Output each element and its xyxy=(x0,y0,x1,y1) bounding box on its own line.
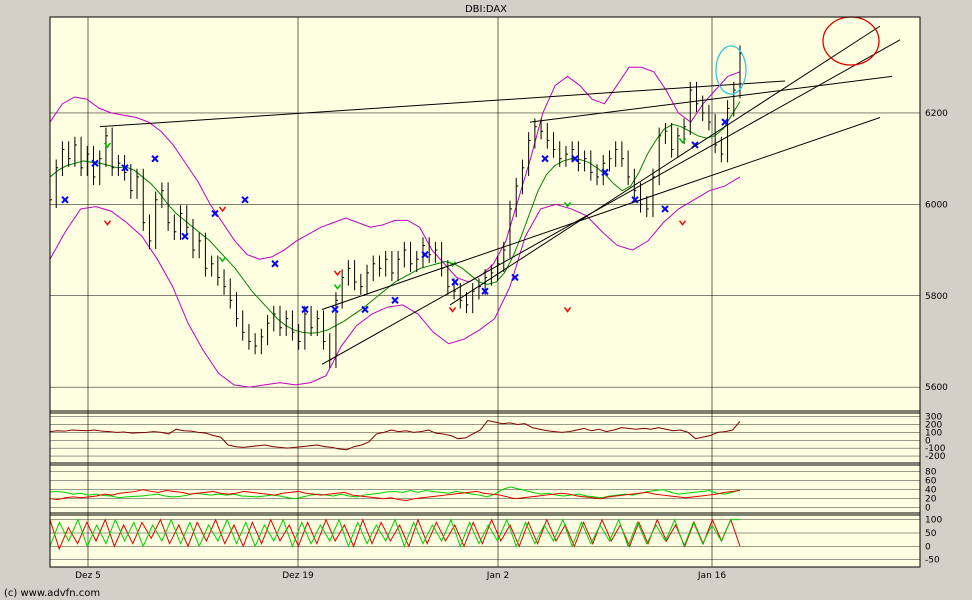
chart: DBI:DAX 3002001000-100-200 806040200 100… xyxy=(0,0,972,600)
osc-tick-label: 0 xyxy=(925,542,931,552)
osc-tick-label: -200 xyxy=(925,452,946,462)
y-tick-label: 5800 xyxy=(925,292,948,302)
x-tick-label: Dez 19 xyxy=(282,571,314,581)
y-tick-label: 6200 xyxy=(925,109,948,119)
osc-tick-label: 50 xyxy=(925,529,937,539)
x-tick-label: Dez 5 xyxy=(75,571,101,581)
copyright-footer: (c) www.advfn.com xyxy=(4,588,100,599)
x-tick-label: Jan 16 xyxy=(697,571,726,581)
y-tick-label: 5600 xyxy=(925,383,948,393)
y-tick-label: 6000 xyxy=(925,200,948,210)
chart-title: DBI:DAX xyxy=(465,4,507,15)
osc-tick-label: -50 xyxy=(925,556,940,566)
osc-tick-label: 100 xyxy=(925,516,942,526)
osc-tick-label: 0 xyxy=(925,504,931,514)
x-tick-label: Jan 2 xyxy=(486,571,509,581)
